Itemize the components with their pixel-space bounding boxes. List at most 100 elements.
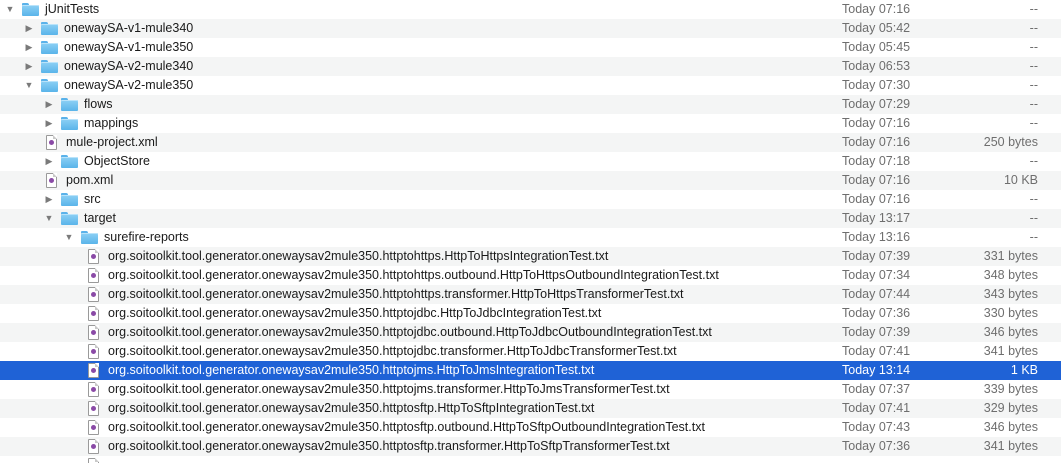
folder-row[interactable]: ▶ onewaySA-v2-mule340 Today 06:53 -- xyxy=(0,57,1061,76)
disclosure-open-icon[interactable]: ▼ xyxy=(43,209,55,228)
folder-row[interactable]: ▼ onewaySA-v2-mule350 Today 07:30 -- xyxy=(0,76,1061,95)
item-name: ObjectStore xyxy=(84,154,151,168)
document-icon xyxy=(88,439,99,454)
disclosure-open-icon[interactable]: ▼ xyxy=(63,228,75,247)
file-size: -- xyxy=(1029,21,1038,35)
item-name: jUnitTests xyxy=(45,2,100,16)
folder-row[interactable]: ▼ target Today 13:17 -- xyxy=(0,209,1061,228)
file-size: -- xyxy=(1029,230,1038,244)
item-name: src xyxy=(84,192,101,206)
name-cell: ▼ onewaySA-v2-mule350 xyxy=(23,76,193,95)
folder-icon xyxy=(61,193,78,206)
disclosure-open-icon[interactable]: ▼ xyxy=(4,0,16,19)
item-name: flows xyxy=(84,97,113,111)
folder-row[interactable]: ▶ flows Today 07:29 -- xyxy=(0,95,1061,114)
item-name: org.soitoolkit.tool.generator.onewaysav2… xyxy=(108,268,719,282)
folder-row[interactable]: ▶ onewaySA-v1-mule350 Today 05:45 -- xyxy=(0,38,1061,57)
name-cell: org.soitoolkit.tool.generator.onewaysav2… xyxy=(85,285,684,304)
file-size: -- xyxy=(1029,78,1038,92)
folder-row[interactable]: ▶ onewaySA-v1-mule340 Today 05:42 -- xyxy=(0,19,1061,38)
item-name: org.soitoolkit.tool.generator.onewaysav2… xyxy=(108,382,670,396)
name-cell: ▼ target xyxy=(43,209,116,228)
folder-icon xyxy=(61,98,78,111)
disclosure-closed-icon[interactable]: ▶ xyxy=(23,57,35,76)
file-size: 346 bytes xyxy=(983,325,1038,339)
name-cell: org.soitoolkit.tool.generator.onewaysav2… xyxy=(85,247,608,266)
item-name: org.soitoolkit.tool.generator.onewaysav2… xyxy=(108,306,602,320)
folder-row[interactable]: ▼ surefire-reports Today 13:16 -- xyxy=(0,228,1061,247)
file-row[interactable]: org.soitoolkit.tool.generator.onewaysav2… xyxy=(0,399,1061,418)
name-cell: org.soitoolkit.tool.generator.onewaysav2… xyxy=(85,380,670,399)
document-icon xyxy=(88,458,99,463)
document-icon xyxy=(88,325,99,340)
name-cell: ▶ ObjectStore xyxy=(43,152,150,171)
document-icon xyxy=(88,363,99,378)
file-size: 341 bytes xyxy=(983,344,1038,358)
disclosure-closed-icon[interactable]: ▶ xyxy=(43,152,55,171)
file-row[interactable] xyxy=(0,456,1061,463)
file-row[interactable]: org.soitoolkit.tool.generator.onewaysav2… xyxy=(0,437,1061,456)
file-size: -- xyxy=(1029,59,1038,73)
file-row[interactable]: org.soitoolkit.tool.generator.onewaysav2… xyxy=(0,323,1061,342)
disclosure-closed-icon[interactable]: ▶ xyxy=(43,114,55,133)
name-cell xyxy=(85,456,108,463)
folder-icon xyxy=(41,79,58,92)
file-row[interactable]: org.soitoolkit.tool.generator.onewaysav2… xyxy=(0,304,1061,323)
name-cell: ▶ src xyxy=(43,190,101,209)
name-cell: org.soitoolkit.tool.generator.onewaysav2… xyxy=(85,266,719,285)
disclosure-open-icon[interactable]: ▼ xyxy=(23,76,35,95)
file-row[interactable]: org.soitoolkit.tool.generator.onewaysav2… xyxy=(0,342,1061,361)
folder-row[interactable]: ▶ mappings Today 07:16 -- xyxy=(0,114,1061,133)
file-size: -- xyxy=(1029,40,1038,54)
item-name: org.soitoolkit.tool.generator.onewaysav2… xyxy=(108,420,705,434)
name-cell: ▶ mappings xyxy=(43,114,138,133)
disclosure-closed-icon[interactable]: ▶ xyxy=(43,95,55,114)
disclosure-closed-icon[interactable]: ▶ xyxy=(23,38,35,57)
disclosure-closed-icon[interactable]: ▶ xyxy=(23,19,35,38)
file-row[interactable]: org.soitoolkit.tool.generator.onewaysav2… xyxy=(0,266,1061,285)
file-size: -- xyxy=(1029,97,1038,111)
item-name: org.soitoolkit.tool.generator.onewaysav2… xyxy=(108,325,712,339)
file-row[interactable]: org.soitoolkit.tool.generator.onewaysav2… xyxy=(0,418,1061,437)
file-size: -- xyxy=(1029,211,1038,225)
file-row[interactable]: org.soitoolkit.tool.generator.onewaysav2… xyxy=(0,247,1061,266)
folder-icon xyxy=(81,231,98,244)
item-name: onewaySA-v1-mule350 xyxy=(64,40,194,54)
document-icon xyxy=(88,401,99,416)
document-icon xyxy=(88,382,99,397)
name-cell: ▼ jUnitTests xyxy=(4,0,99,19)
item-name: target xyxy=(84,211,116,225)
file-row[interactable]: pom.xml Today 07:16 10 KB xyxy=(0,171,1061,190)
file-size: 1 KB xyxy=(1010,363,1038,377)
file-size: 346 bytes xyxy=(983,420,1038,434)
item-name: onewaySA-v1-mule340 xyxy=(64,21,194,35)
item-name: org.soitoolkit.tool.generator.onewaysav2… xyxy=(108,363,595,377)
item-name: org.soitoolkit.tool.generator.onewaysav2… xyxy=(108,249,609,263)
file-row[interactable]: org.soitoolkit.tool.generator.onewaysav2… xyxy=(0,285,1061,304)
file-row[interactable]: org.soitoolkit.tool.generator.onewaysav2… xyxy=(0,380,1061,399)
file-size: 348 bytes xyxy=(983,268,1038,282)
file-row[interactable]: mule-project.xml Today 07:16 250 bytes xyxy=(0,133,1061,152)
folder-icon xyxy=(22,3,39,16)
name-cell: ▶ onewaySA-v2-mule340 xyxy=(23,57,193,76)
file-size: -- xyxy=(1029,2,1038,16)
document-icon xyxy=(88,287,99,302)
item-name: mule-project.xml xyxy=(66,135,158,149)
item-name: pom.xml xyxy=(66,173,114,187)
file-size: 250 bytes xyxy=(983,135,1038,149)
document-icon xyxy=(88,249,99,264)
file-row[interactable]: org.soitoolkit.tool.generator.onewaysav2… xyxy=(0,361,1061,380)
name-cell: org.soitoolkit.tool.generator.onewaysav2… xyxy=(85,342,677,361)
name-cell: org.soitoolkit.tool.generator.onewaysav2… xyxy=(85,399,594,418)
item-name: org.soitoolkit.tool.generator.onewaysav2… xyxy=(108,344,677,358)
folder-icon xyxy=(41,60,58,73)
document-icon xyxy=(88,420,99,435)
folder-icon xyxy=(41,41,58,54)
name-cell: org.soitoolkit.tool.generator.onewaysav2… xyxy=(85,437,670,456)
disclosure-closed-icon[interactable]: ▶ xyxy=(43,190,55,209)
folder-row[interactable]: ▶ ObjectStore Today 07:18 -- xyxy=(0,152,1061,171)
folder-row[interactable]: ▼ jUnitTests Today 07:16 -- xyxy=(0,0,1061,19)
folder-row[interactable]: ▶ src Today 07:16 -- xyxy=(0,190,1061,209)
document-icon xyxy=(88,344,99,359)
folder-icon xyxy=(61,155,78,168)
